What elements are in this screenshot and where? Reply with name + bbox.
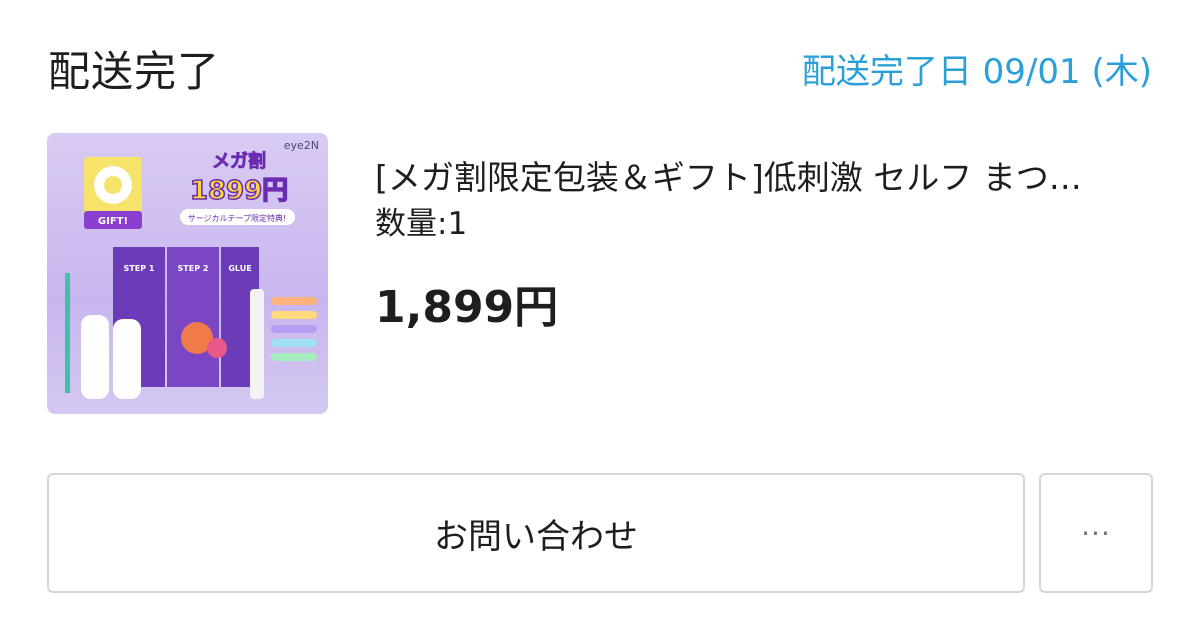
delivered-date: 配送完了日 09/01 (木) bbox=[801, 51, 1152, 92]
promo-label: メガ割 bbox=[212, 150, 266, 172]
flower-decoration-2 bbox=[207, 338, 227, 358]
glue-label: GLUE bbox=[228, 264, 251, 273]
action-bar: お問い合わせ ··· bbox=[47, 473, 1153, 593]
delivery-status-title: 配送完了 bbox=[48, 46, 221, 96]
gift-label: GIFT! bbox=[98, 216, 128, 227]
step1-label: STEP 1 bbox=[124, 264, 155, 273]
product-item[interactable]: GIFT! eye2N メガ割 1899円 サージカルテープ限定特典! STEP… bbox=[47, 133, 1152, 415]
more-icon: ··· bbox=[1081, 516, 1111, 550]
lash-pad-green bbox=[271, 353, 317, 361]
contact-button[interactable]: お問い合わせ bbox=[47, 473, 1025, 593]
brand-label: eye2N bbox=[284, 139, 319, 152]
more-options-button[interactable]: ··· bbox=[1039, 473, 1153, 593]
step1-bottle bbox=[81, 315, 109, 399]
tape-roll-hole bbox=[104, 176, 122, 194]
product-info: [メガ割限定包装＆ギフト]低刺激 セルフ まつ… 数量:1 1,899円 bbox=[375, 155, 1152, 335]
promo-price: 1899円 bbox=[190, 176, 288, 206]
product-quantity: 数量:1 bbox=[375, 206, 468, 242]
swab-shape bbox=[65, 273, 70, 393]
promo-note: サージカルテープ限定特典! bbox=[188, 213, 287, 223]
step2-label: STEP 2 bbox=[178, 264, 209, 273]
step2-bottle bbox=[113, 319, 141, 399]
lash-pad-purple bbox=[271, 325, 317, 333]
lash-pad-yellow bbox=[271, 311, 317, 319]
lash-pad-orange bbox=[271, 297, 317, 305]
order-card: 配送完了 配送完了日 09/01 (木) GIFT! eye2N メガ割 189… bbox=[0, 0, 1200, 639]
product-price: 1,899円 bbox=[375, 282, 559, 333]
glue-bottle bbox=[250, 289, 264, 399]
product-image: GIFT! eye2N メガ割 1899円 サージカルテープ限定特典! STEP… bbox=[65, 139, 319, 399]
product-title[interactable]: [メガ割限定包装＆ギフト]低刺激 セルフ まつ… bbox=[375, 155, 1135, 201]
order-header: 配送完了 配送完了日 09/01 (木) bbox=[48, 38, 1152, 98]
product-thumbnail[interactable]: GIFT! eye2N メガ割 1899円 サージカルテープ限定特典! STEP… bbox=[47, 133, 328, 414]
lash-pad-blue bbox=[271, 339, 317, 347]
